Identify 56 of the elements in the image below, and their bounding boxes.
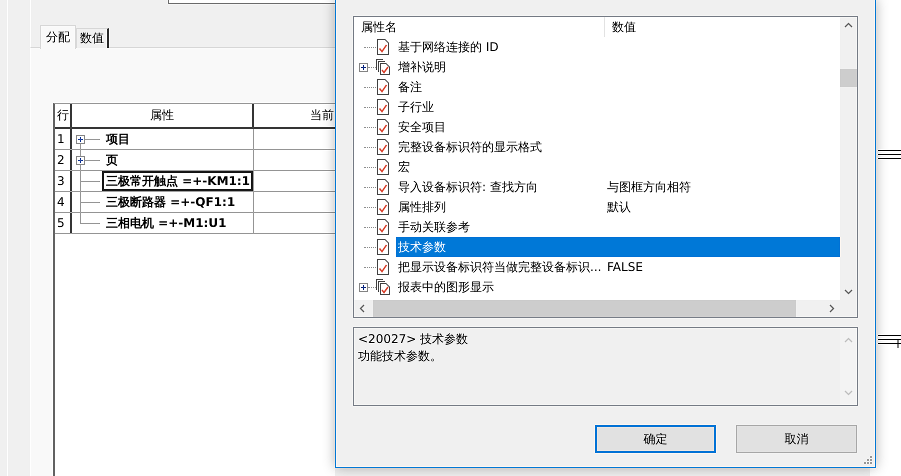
column-header[interactable]: 数值 — [605, 17, 840, 37]
document-check-icon — [376, 239, 390, 255]
column-header: 属性 — [72, 104, 254, 127]
column-header: 行 — [55, 104, 72, 127]
stacked-documents-icon — [376, 279, 390, 295]
column-header[interactable]: 属性名 — [354, 17, 605, 37]
property-name[interactable]: 手动关联参考 — [396, 217, 840, 237]
document-check-icon — [376, 39, 390, 55]
document-check-icon — [376, 199, 390, 215]
property-name[interactable]: 基于网络连接的 ID — [396, 37, 840, 57]
property-name[interactable]: 导入设备标识符: 查找方向 — [396, 177, 605, 197]
dialog-button[interactable]: 取消 — [736, 425, 857, 453]
document-check-icon — [376, 179, 390, 195]
table-cell-text: 项目 — [104, 130, 131, 148]
document-check-icon — [376, 79, 390, 95]
expand-icon[interactable] — [76, 156, 85, 165]
stacked-documents-icon — [376, 59, 390, 75]
property-name[interactable]: 宏 — [396, 157, 840, 177]
expand-icon[interactable] — [76, 135, 85, 144]
description-text: <20027> 技术参数 功能技术参数。 — [357, 331, 470, 365]
table-cell: 三极常开触点 =+-KM1:1 — [102, 171, 253, 191]
property-value: 与图框方向相符 — [606, 178, 692, 196]
document-check-icon — [376, 259, 390, 275]
document-check-icon — [376, 219, 390, 235]
row-number: 3 — [55, 171, 72, 191]
input-field[interactable] — [168, 0, 335, 4]
scrollbar-thumb[interactable] — [373, 300, 796, 317]
table-cell-text: 页 — [104, 152, 119, 168]
dialog-button[interactable]: 确定 — [595, 425, 716, 453]
row-number: 1 — [55, 129, 72, 149]
expand-icon[interactable] — [359, 63, 368, 72]
property-value: 默认 — [606, 198, 632, 216]
property-name[interactable]: 完整设备标识符的显示格式 — [396, 137, 840, 157]
property-name[interactable]: 安全项目 — [396, 117, 840, 137]
document-check-icon — [376, 99, 390, 115]
resize-grip-icon[interactable] — [863, 455, 873, 465]
tab[interactable]: 分配 — [40, 25, 76, 49]
property-name[interactable]: 属性排列 — [396, 197, 605, 217]
property-name[interactable]: 子行业 — [396, 97, 840, 117]
document-check-icon — [376, 159, 390, 175]
table-cell-text: 三极断路器 =+-QF1:1 — [105, 194, 236, 210]
property-value: FALSE — [606, 259, 644, 276]
scrollbar-thumb[interactable] — [840, 69, 857, 87]
property-name[interactable]: 把显示设备标识符当做完整设备标识... — [396, 257, 605, 277]
document-check-icon — [376, 139, 390, 155]
row-number: 2 — [55, 150, 72, 170]
property-name[interactable]: 报表中的图形显示 — [396, 277, 840, 297]
row-number: 5 — [55, 213, 72, 233]
document-check-icon — [376, 119, 390, 135]
table-cell-text: 三相电机 =+-M1:U1 — [105, 214, 228, 232]
property-name[interactable]: 备注 — [396, 77, 840, 97]
row-number: 4 — [55, 192, 72, 212]
property-name[interactable]: 技术参数 — [396, 237, 840, 257]
property-name[interactable]: 增补说明 — [396, 57, 840, 77]
tab[interactable]: 数值 — [76, 28, 109, 48]
expand-icon[interactable] — [359, 283, 368, 292]
